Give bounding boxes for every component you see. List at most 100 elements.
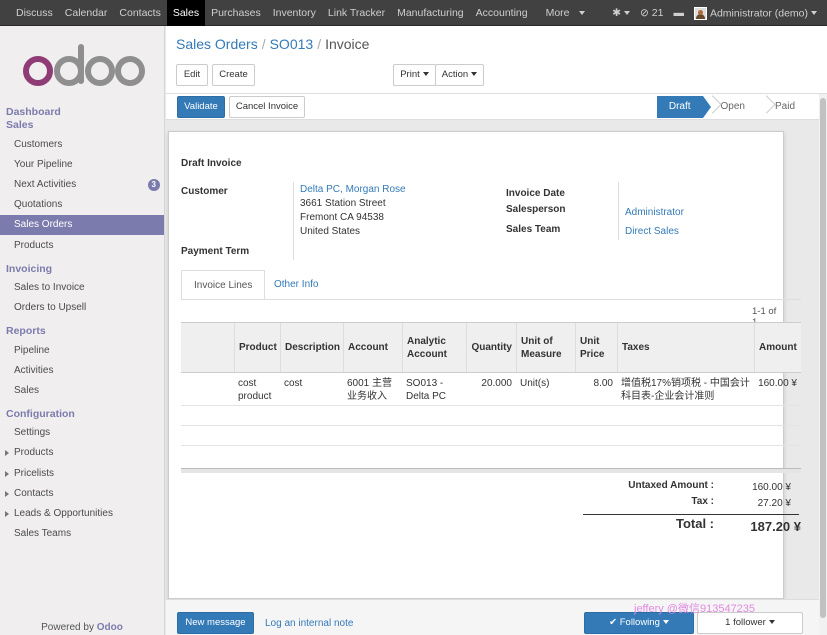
cell-account: 6001 主营业务收入 — [347, 378, 393, 402]
salesperson-label: Salesperson — [506, 204, 566, 215]
sidebar-item-sales-teams[interactable]: Sales Teams — [0, 524, 164, 544]
total-divider — [583, 514, 799, 515]
cell-quantity: 20.000 — [481, 378, 512, 389]
menu-accounting[interactable]: Accounting — [470, 0, 534, 26]
sidebar-item-contacts[interactable]: Contacts — [0, 484, 164, 504]
column-amount[interactable]: Amount — [754, 323, 801, 372]
sidebar-section-sales: Sales — [6, 119, 34, 131]
sidebar-item-next-activities[interactable]: Next Activities 3 — [0, 175, 164, 195]
sidebar-item-settings[interactable]: Settings — [0, 423, 164, 443]
sidebar-item-orders-to-upsell[interactable]: Orders to Upsell — [0, 298, 164, 318]
top-navbar: Discuss Calendar Contacts Sales Purchase… — [0, 0, 827, 26]
new-message-button[interactable]: New message — [177, 612, 254, 634]
powered-by-text: Powered by — [41, 622, 94, 633]
table-footer — [181, 468, 801, 473]
cell-amount: 160.00 ¥ — [758, 378, 797, 389]
row-divider — [181, 445, 801, 446]
sidebar-section-reports: Reports — [6, 325, 46, 337]
breadcrumb: Sales Orders / SO013/Invoice — [176, 36, 369, 52]
count-badge: 3 — [147, 179, 160, 191]
menu-link-tracker[interactable]: Link Tracker — [322, 0, 391, 26]
sidebar-item-pricelists[interactable]: Pricelists — [0, 464, 164, 484]
column-product[interactable]: Product — [234, 323, 280, 372]
column-unit-price[interactable]: Unit Price — [575, 323, 617, 372]
menu-inventory[interactable]: Inventory — [267, 0, 322, 26]
status-bar: Validate Cancel Invoice Draft Open Paid — [166, 94, 827, 120]
total-value: 187.20 ¥ — [750, 519, 801, 534]
watermark-text: jeffery @微信913547235 — [634, 603, 756, 615]
menu-sales[interactable]: Sales — [166, 0, 206, 26]
menu-calendar[interactable]: Calendar — [59, 0, 114, 26]
chevron-down-icon — [578, 11, 585, 16]
odoo-logo[interactable] — [20, 43, 146, 93]
user-menu[interactable]: Administrator (demo) — [693, 6, 817, 20]
invoice-date-label: Invoice Date — [506, 188, 565, 199]
sidebar-item-quotations[interactable]: Quotations — [0, 195, 164, 215]
row-divider — [181, 425, 801, 426]
sidebar-item-pipeline[interactable]: Pipeline — [0, 341, 164, 361]
form-sheet: Draft Invoice Customer Delta PC, Morgan … — [168, 131, 801, 599]
menu-purchases[interactable]: Purchases — [205, 0, 267, 26]
control-panel: Sales Orders / SO013/Invoice Edit Create P… — [166, 26, 827, 94]
sidebar-item-products[interactable]: Products — [0, 236, 164, 256]
followers-label: 1 follower — [725, 617, 766, 628]
column-taxes[interactable]: Taxes — [617, 323, 754, 372]
breadcrumb-sales-orders[interactable]: Sales Orders — [176, 36, 258, 52]
chevron-down-icon — [422, 72, 429, 77]
sidebar-dashboard[interactable]: Dashboard — [6, 106, 61, 118]
sidebar-item-sales-orders[interactable]: Sales Orders — [0, 215, 164, 235]
sidebar-item-activities[interactable]: Activities — [0, 361, 164, 381]
sidebar-section-invoicing: Invoicing — [6, 263, 53, 275]
clock-icon: ⊘ — [640, 7, 649, 19]
sidebar-item-config-products[interactable]: Products — [0, 443, 164, 463]
divider — [618, 182, 619, 240]
chat-icon[interactable]: ▬ — [673, 7, 684, 19]
column-account[interactable]: Account — [343, 323, 402, 372]
activity-counter[interactable]: ⊘ 21 — [640, 7, 663, 19]
tab-invoice-lines[interactable]: Invoice Lines — [181, 270, 266, 300]
bug-icon[interactable]: ✱ — [612, 7, 631, 19]
powered-by-brand[interactable]: Odoo — [97, 622, 123, 633]
stage-draft[interactable]: Draft — [656, 96, 711, 118]
edit-button[interactable]: Edit — [176, 64, 208, 86]
sidebar-item-sales-report[interactable]: Sales — [0, 381, 164, 401]
menu-discuss[interactable]: Discuss — [10, 0, 59, 26]
scrollbar-thumb[interactable] — [820, 98, 826, 618]
column-description[interactable]: Description — [280, 323, 343, 372]
user-name: Administrator (demo) — [709, 6, 808, 19]
menu-more[interactable]: More — [534, 0, 591, 26]
customer-link[interactable]: Delta PC, Morgan Rose — [300, 183, 406, 197]
sales-team-link[interactable]: Direct Sales — [625, 225, 679, 239]
app-menu: Discuss Calendar Contacts Sales Purchase… — [10, 0, 591, 26]
menu-manufacturing[interactable]: Manufacturing — [391, 0, 470, 26]
sidebar-item-sales-to-invoice[interactable]: Sales to Invoice — [0, 278, 164, 298]
breadcrumb-so013[interactable]: SO013 — [270, 36, 314, 52]
sidebar-item-your-pipeline[interactable]: Your Pipeline — [0, 155, 164, 175]
column-analytic-account[interactable]: Analytic Account — [402, 323, 466, 372]
create-button[interactable]: Create — [212, 64, 255, 86]
sidebar-item-leads-opportunities[interactable]: Leads & Opportunities — [0, 504, 164, 524]
column-uom[interactable]: Unit of Measure — [516, 323, 575, 372]
stage-paid[interactable]: Paid — [757, 96, 807, 118]
check-icon: ✔ — [609, 617, 618, 628]
menu-contacts[interactable]: Contacts — [113, 0, 166, 26]
breadcrumb-current: Invoice — [325, 36, 370, 52]
scrollbar[interactable] — [819, 94, 827, 635]
salesperson-link[interactable]: Administrator — [625, 206, 684, 220]
tab-other-info[interactable]: Other Info — [262, 270, 330, 300]
stage-open[interactable]: Open — [703, 96, 757, 118]
main-content: Sales Orders / SO013/Invoice Edit Create P… — [166, 26, 827, 635]
address-line-1: 3661 Station Street — [300, 198, 386, 209]
log-note-link[interactable]: Log an internal note — [265, 618, 353, 629]
customer-label: Customer — [181, 186, 228, 197]
powered-by: Powered by Odoo — [0, 622, 164, 633]
chevron-down-icon — [471, 72, 478, 77]
activity-count: 21 — [651, 7, 664, 19]
validate-button[interactable]: Validate — [177, 96, 225, 118]
cancel-invoice-button[interactable]: Cancel Invoice — [229, 96, 305, 118]
cell-product: cost product — [238, 378, 272, 402]
action-dropdown[interactable]: Action — [435, 64, 484, 86]
sidebar-item-customers[interactable]: Customers — [0, 135, 164, 155]
column-quantity[interactable]: Quantity — [466, 323, 516, 372]
print-dropdown[interactable]: Print — [393, 64, 436, 86]
